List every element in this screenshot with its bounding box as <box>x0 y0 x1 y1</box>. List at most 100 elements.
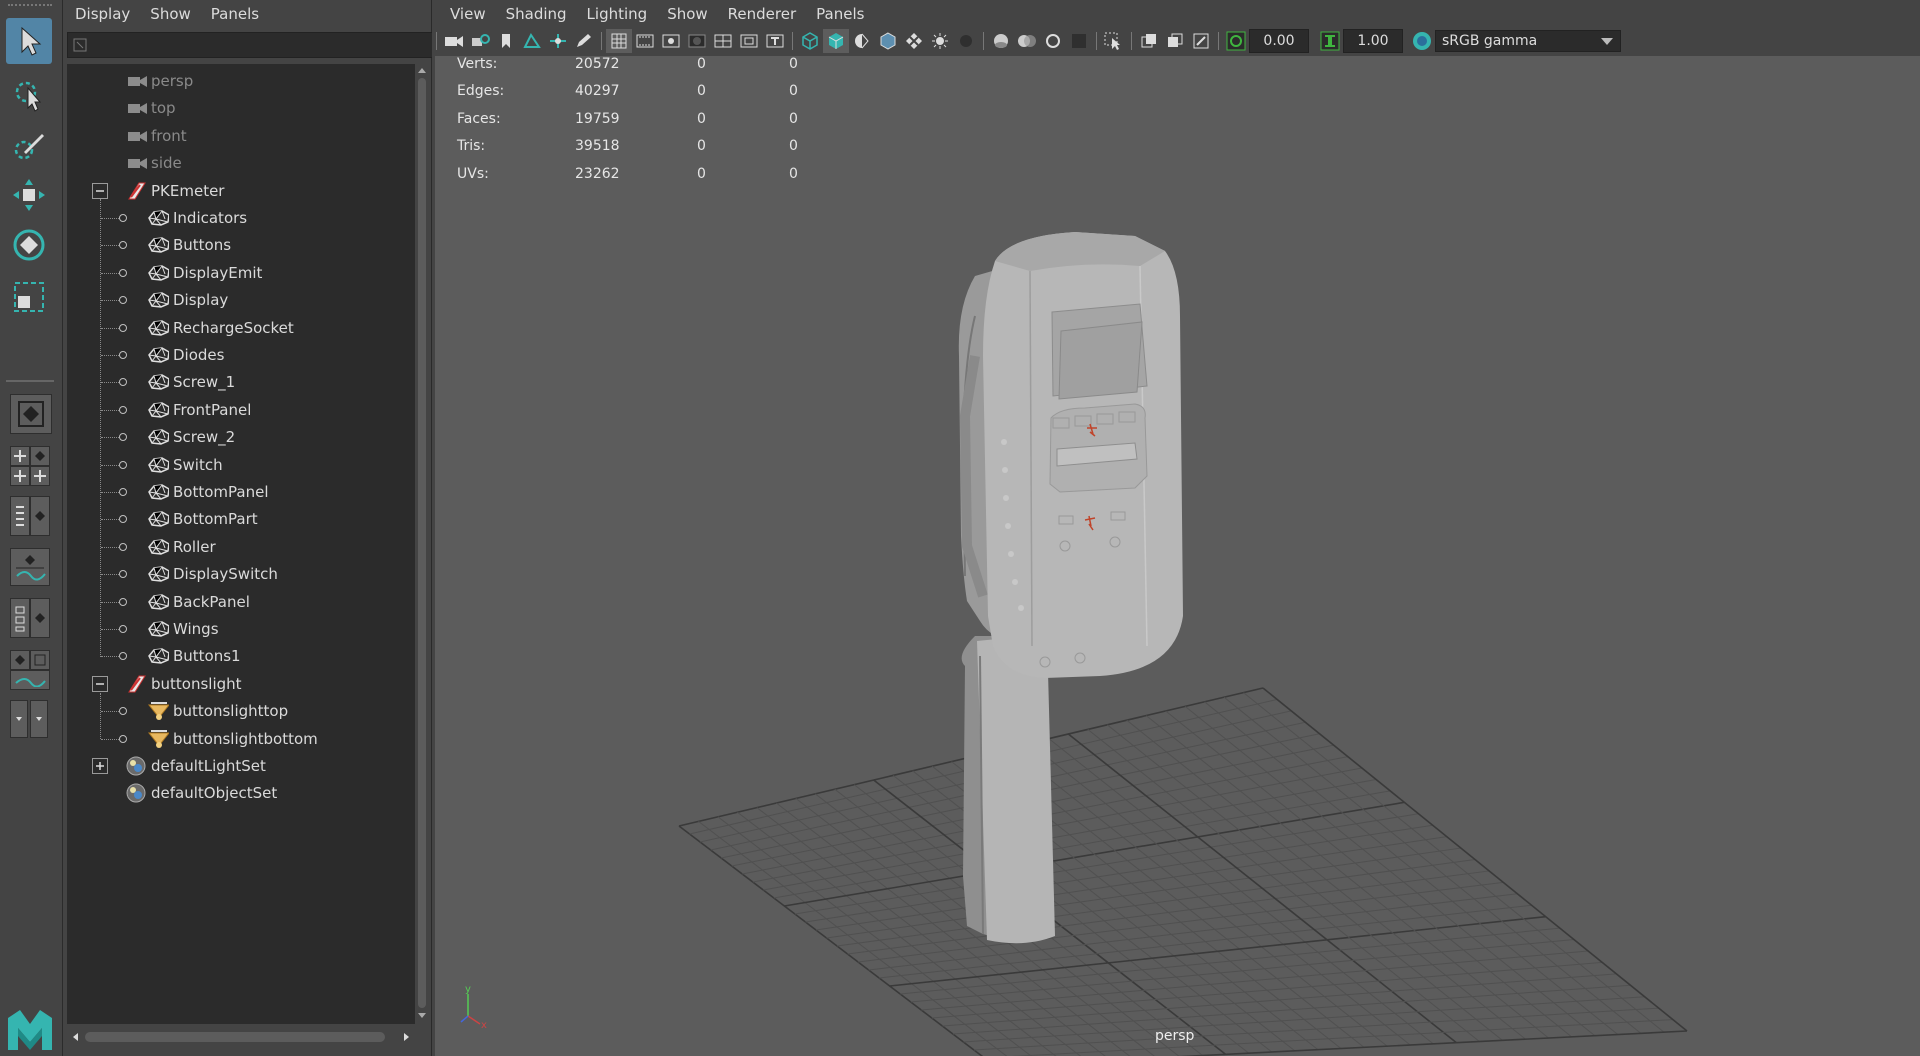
outliner-item-buttonslighttop[interactable]: buttonslighttop <box>67 698 415 724</box>
shadows-button[interactable] <box>953 29 979 53</box>
select-tool-button[interactable] <box>6 18 52 64</box>
pke-meter-model[interactable] <box>958 232 1183 944</box>
viewport-menu-renderer[interactable]: Renderer <box>728 5 796 23</box>
xray-button[interactable] <box>1136 29 1162 53</box>
outliner-item-buttonslight[interactable]: buttonslight <box>67 671 415 697</box>
gate-mask-button[interactable] <box>684 29 710 53</box>
isolate-select-button[interactable] <box>1101 29 1127 53</box>
outliner-search-input[interactable] <box>92 34 432 56</box>
outliner-vertical-scrollbar[interactable] <box>415 64 429 1024</box>
rotate-tool-button[interactable] <box>6 222 52 268</box>
outliner-item-backpanel[interactable]: BackPanel <box>67 589 415 615</box>
use-all-lights-button[interactable] <box>927 29 953 53</box>
paint-select-tool-button[interactable] <box>6 122 52 168</box>
gamma-field[interactable]: 1.00 <box>1343 29 1403 53</box>
outliner-item-defaultobjectset[interactable]: defaultObjectSet <box>67 780 415 806</box>
filter-icon[interactable] <box>68 33 92 57</box>
motion-blur-button[interactable] <box>1014 29 1040 53</box>
viewport-canvas[interactable]: y x Verts: 20572 0 0 Edges: 40297 0 0 Fa… <box>435 56 1920 1056</box>
collapse-icon[interactable] <box>92 675 108 692</box>
wireframe-button[interactable] <box>797 29 823 53</box>
outliner-item-indicators[interactable]: Indicators <box>67 205 415 231</box>
scroll-down-icon[interactable] <box>417 1012 427 1020</box>
safe-title-button[interactable] <box>762 29 788 53</box>
outliner-item-displayemit[interactable]: DisplayEmit <box>67 260 415 286</box>
outliner-item-rechargesocket[interactable]: RechargeSocket <box>67 315 415 341</box>
safe-action-button[interactable] <box>736 29 762 53</box>
persp-layout-button[interactable] <box>30 446 50 466</box>
outliner-item-screw-2[interactable]: Screw_2 <box>67 424 415 450</box>
image-panel-button[interactable] <box>30 650 50 670</box>
outliner-item-roller[interactable]: Roller <box>67 534 415 560</box>
lasso-tool-button[interactable] <box>6 72 52 118</box>
viewport-menu-show[interactable]: Show <box>667 5 707 23</box>
wireframe-on-shaded-button[interactable] <box>875 29 901 53</box>
outliner-item-diodes[interactable]: Diodes <box>67 342 415 368</box>
bookmarks-button[interactable] <box>493 29 519 53</box>
outliner-item-buttonslightbottom[interactable]: buttonslightbottom <box>67 726 415 752</box>
four-view-layout-button[interactable] <box>10 446 30 466</box>
grid-toggle-button[interactable] <box>606 29 632 53</box>
exposure-field[interactable]: 0.00 <box>1249 29 1309 53</box>
outliner-item-side[interactable]: side <box>67 150 415 176</box>
outliner-item-persp[interactable]: persp <box>67 68 415 94</box>
2d-pan-zoom-button[interactable] <box>545 29 571 53</box>
split-layout-button[interactable] <box>10 466 30 486</box>
smooth-shade-button[interactable] <box>823 29 849 53</box>
select-camera-button[interactable] <box>441 29 467 53</box>
graph-panel-button[interactable] <box>10 670 50 690</box>
screen-space-ao-button[interactable] <box>988 29 1014 53</box>
outliner-item-defaultlightset[interactable]: defaultLightSet <box>67 753 415 779</box>
resolution-gate-button[interactable] <box>658 29 684 53</box>
scale-tool-button[interactable] <box>6 274 52 320</box>
depth-of-field-button[interactable] <box>1066 29 1092 53</box>
viewport-menu-shading[interactable]: Shading <box>506 5 567 23</box>
split-layout-button-2[interactable] <box>30 466 50 486</box>
custom-layout-dropdown-2[interactable] <box>30 700 48 738</box>
persp-panel-button[interactable] <box>10 650 30 670</box>
persp-graph-layout-button[interactable] <box>10 548 50 586</box>
outliner-item-switch[interactable]: Switch <box>67 452 415 478</box>
color-space-dropdown[interactable]: sRGB gamma <box>1435 30 1621 52</box>
outliner-item-buttons[interactable]: Buttons <box>67 232 415 258</box>
persp-side-layout-button[interactable] <box>30 496 50 536</box>
outliner-menu-display[interactable]: Display <box>75 5 130 23</box>
move-tool-button[interactable] <box>6 172 52 218</box>
outliner-item-frontpanel[interactable]: FrontPanel <box>67 397 415 423</box>
xray-joints-button[interactable] <box>1188 29 1214 53</box>
xray-active-components-button[interactable] <box>1162 29 1188 53</box>
default-material-button[interactable] <box>849 29 875 53</box>
outliner-item-screw-1[interactable]: Screw_1 <box>67 369 415 395</box>
outliner-item-wings[interactable]: Wings <box>67 616 415 642</box>
outliner-item-bottompanel[interactable]: BottomPanel <box>67 479 415 505</box>
collapse-icon[interactable] <box>92 182 108 199</box>
hypershade-layout-button[interactable] <box>10 598 30 638</box>
outliner-menu-panels[interactable]: Panels <box>211 5 259 23</box>
outliner-item-displayswitch[interactable]: DisplaySwitch <box>67 561 415 587</box>
expand-icon[interactable] <box>92 758 108 774</box>
single-perspective-layout-button[interactable] <box>10 394 52 434</box>
anti-aliasing-button[interactable] <box>1040 29 1066 53</box>
scroll-up-icon[interactable] <box>417 66 427 74</box>
image-plane-button[interactable] <box>519 29 545 53</box>
outliner-item-top[interactable]: top <box>67 95 415 121</box>
scroll-left-icon[interactable] <box>71 1032 79 1042</box>
outliner-hscroll-thumb[interactable] <box>85 1032 385 1042</box>
exposure-toggle-button[interactable] <box>1223 29 1249 53</box>
color-management-button[interactable] <box>1409 29 1435 53</box>
outliner-item-pkemeter[interactable]: PKEmeter <box>67 178 415 204</box>
field-chart-button[interactable] <box>710 29 736 53</box>
viewport-menu-lighting[interactable]: Lighting <box>587 5 648 23</box>
film-gate-button[interactable] <box>632 29 658 53</box>
outliner-item-bottompart[interactable]: BottomPart <box>67 506 415 532</box>
gamma-toggle-button[interactable] <box>1317 29 1343 53</box>
outliner-item-display[interactable]: Display <box>67 287 415 313</box>
outliner-item-buttons1[interactable]: Buttons1 <box>67 643 415 669</box>
camera-attributes-button[interactable] <box>467 29 493 53</box>
persp-node-layout-button[interactable] <box>30 598 50 638</box>
custom-layout-dropdown[interactable] <box>10 700 28 738</box>
scroll-right-icon[interactable] <box>403 1032 411 1042</box>
grease-pencil-button[interactable] <box>571 29 597 53</box>
outliner-menu-show[interactable]: Show <box>150 5 190 23</box>
outliner-horizontal-scrollbar[interactable] <box>67 1026 415 1048</box>
